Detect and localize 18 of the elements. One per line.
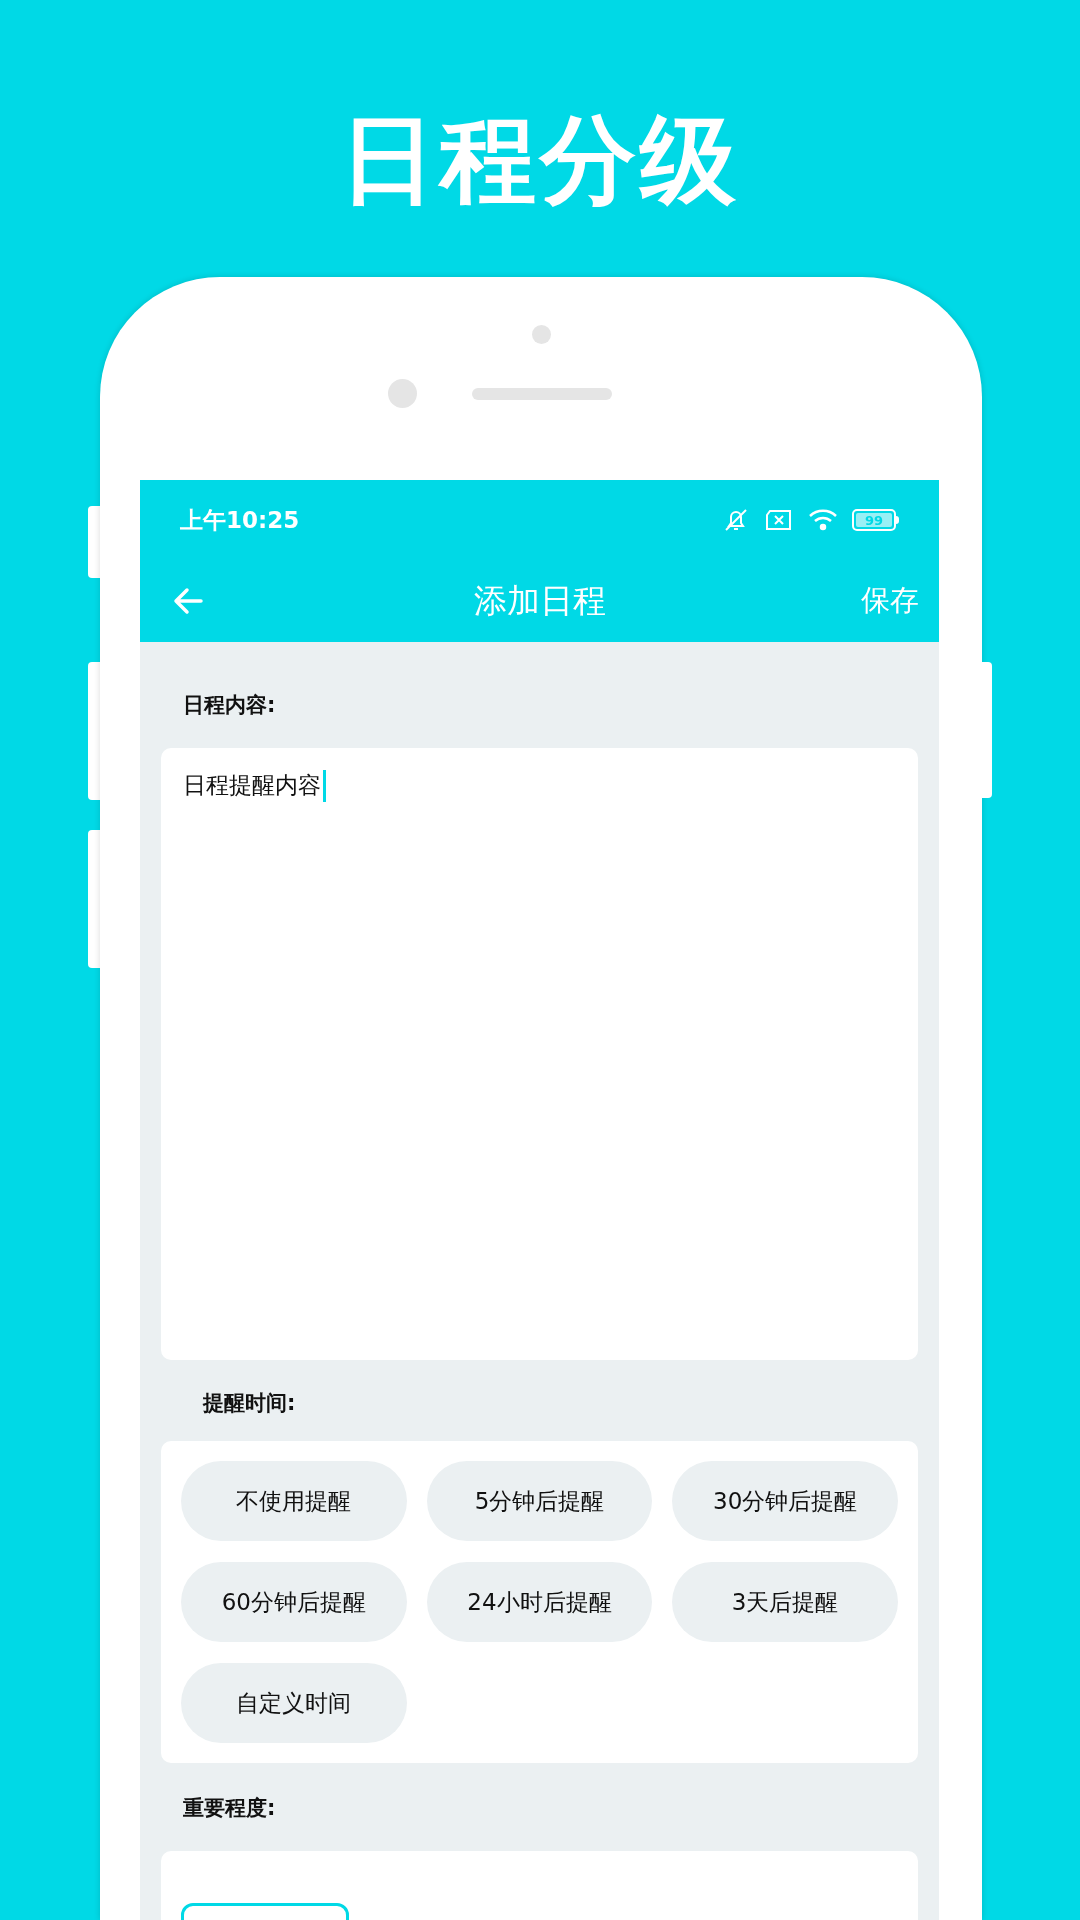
status-time: 上午10:25	[180, 505, 300, 535]
sim-icon	[764, 508, 794, 532]
page-title: 添加日程	[473, 580, 606, 623]
reminder-option[interactable]: 自定义时间	[181, 1663, 407, 1743]
reminder-option[interactable]: 24小时后提醒	[426, 1562, 653, 1642]
reminder-option[interactable]: 60分钟后提醒	[181, 1562, 407, 1642]
reminder-option[interactable]: 不使用提醒	[181, 1461, 407, 1541]
text-cursor	[323, 769, 326, 802]
reminder-option[interactable]: 5分钟后提醒	[426, 1461, 653, 1541]
headline: 日程分级	[340, 103, 740, 218]
reminder-option[interactable]: 3天后提醒	[672, 1562, 898, 1642]
battery-icon: 99	[852, 509, 899, 531]
section-label: 重要程度:	[183, 1795, 276, 1822]
section-label: 提醒时间:	[203, 1389, 296, 1417]
content-input[interactable]: 日程提醒内容	[161, 747, 918, 1360]
section-label: 日程内容:	[183, 692, 276, 719]
reminder-option[interactable]: 30分钟后提醒	[672, 1461, 898, 1541]
wifi-icon	[808, 508, 838, 532]
